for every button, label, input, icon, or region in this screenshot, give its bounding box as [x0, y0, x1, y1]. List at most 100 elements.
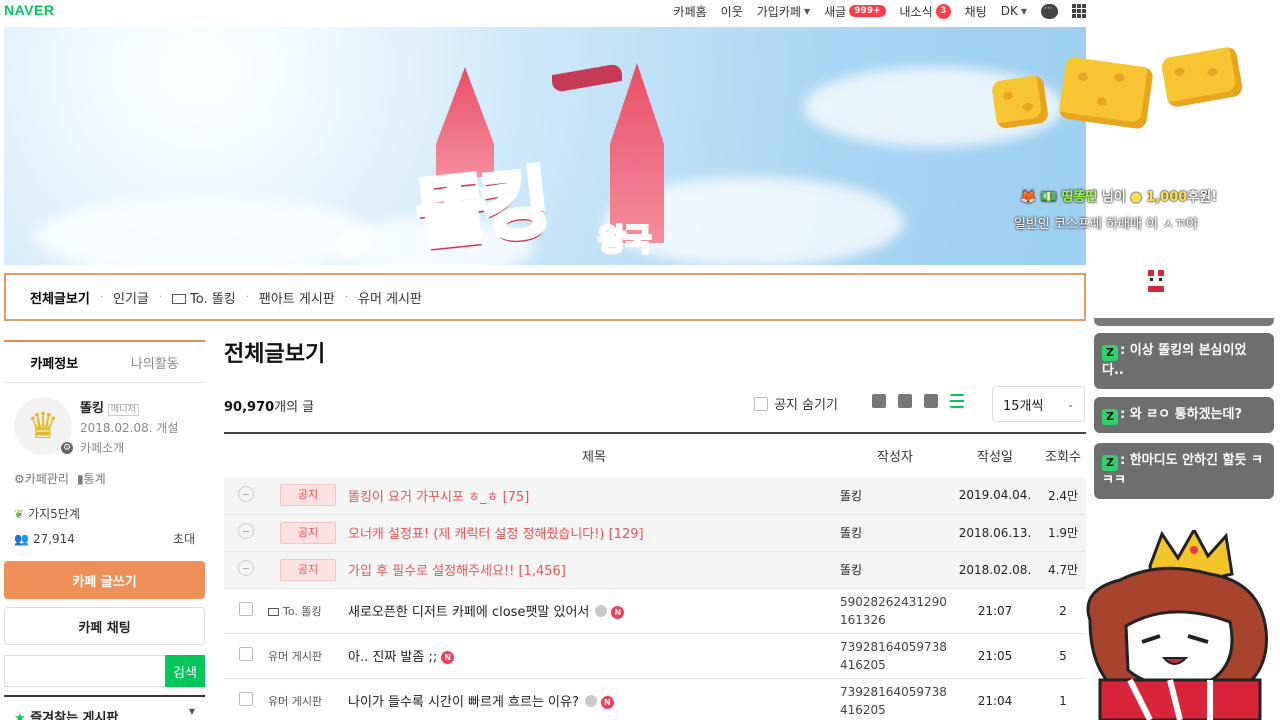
talk-button[interactable]	[1041, 3, 1058, 19]
post-table: 제목 작성자 작성일 조회수 공지 똘킹이 요거 가꾸시포 ㅎ_ㅎ [75] 똘…	[224, 432, 1086, 720]
chat-bubble-icon	[1041, 3, 1058, 19]
row-checkbox[interactable]	[239, 692, 253, 706]
banner-title: 똘킹	[410, 155, 551, 262]
smiley-icon	[584, 695, 597, 707]
list-view-icon[interactable]	[950, 394, 964, 408]
post-category-label: To. 똘킹	[283, 604, 322, 618]
category-cell: To. 똘킹	[268, 588, 348, 634]
founded-date: 2018.02.08. 개설	[80, 421, 179, 435]
stats-link[interactable]: ▮통계	[77, 470, 106, 487]
nav-user-menu[interactable]: DK ▼	[1001, 4, 1027, 18]
nav-neighbors[interactable]: 이웃	[721, 3, 743, 20]
table-row[interactable]: 유머 게시판 아.. 진짜 발좀 ;; N 73928164059738 41620…	[224, 633, 1086, 679]
row-checkbox[interactable]	[239, 602, 253, 616]
notice-author[interactable]: 똘킹	[840, 477, 950, 515]
notice-author[interactable]: 똘킹	[840, 551, 950, 589]
notice-tag: 공지	[280, 521, 336, 544]
post-category[interactable]: 유머 게시판	[268, 650, 322, 663]
nav-cafe-home[interactable]: 카페홈	[674, 3, 707, 20]
search-input[interactable]	[4, 655, 165, 687]
author-line-1: 59028262431290	[840, 594, 947, 609]
minus-circle-icon[interactable]	[238, 560, 254, 576]
page-title: 전체글보기	[224, 342, 326, 367]
table-row[interactable]: To. 똘킹 새로오픈한 디저트 카페에 close팻말 있어서 N 590282…	[224, 588, 1086, 634]
notice-date: 2019.04.04.	[950, 477, 1040, 515]
minus-circle-icon[interactable]	[238, 523, 254, 539]
post-title-link[interactable]: 아.. 진짜 발좀 ;;	[348, 650, 437, 665]
chat-message-text: : 한마디도 안하긴 할듯 ㅋㅋㅋ	[1102, 453, 1263, 488]
tab-my-activity[interactable]: 나의활동	[105, 353, 206, 372]
tab-humor[interactable]: 유머 게시판	[358, 288, 422, 307]
tab-to-ddolking[interactable]: To. 똘킹	[172, 288, 236, 307]
nav-my-news[interactable]: 내소식 3	[900, 3, 951, 20]
post-author[interactable]: 59028262431290 161326	[840, 588, 950, 634]
search-button[interactable]: 검색	[165, 655, 205, 687]
post-title-link[interactable]: 새로오픈한 디저트 카페에 close팻말 있어서	[348, 605, 589, 620]
notice-title-link[interactable]: 오너캐 설정표! (제 캐릭터 설정 정해줬습니다!) [129]	[348, 527, 644, 542]
minus-circle-icon[interactable]	[238, 485, 254, 502]
card-view-icon[interactable]	[872, 394, 886, 408]
members-icon: 👥	[14, 531, 29, 546]
post-category[interactable]: To. 똘킹	[268, 605, 322, 618]
streamer-avatar	[1086, 530, 1268, 720]
notice-row[interactable]: 공지 똘킹이 요거 가꾸시포 ㅎ_ㅎ [75] 똘킹 2019.04.04. 2…	[224, 477, 1086, 515]
naver-logo[interactable]: NAVER	[4, 2, 54, 18]
app-menu-button[interactable]	[1072, 4, 1086, 18]
video-view-icon[interactable]	[898, 394, 912, 408]
nav-chat[interactable]: 채팅	[965, 3, 987, 20]
notice-author[interactable]: 똘킹	[840, 514, 950, 552]
board-main: 전체글보기 90,970개의 글 공지 숨기기 15개씩 ⌄	[224, 336, 1086, 426]
hide-notice-checkbox[interactable]	[754, 396, 768, 411]
tab-cafe-info[interactable]: 카페정보	[4, 353, 105, 372]
post-author[interactable]: 73928164059738 416205	[840, 678, 950, 720]
per-page-select[interactable]: 15개씩 ⌄	[992, 386, 1085, 422]
chat-card-edge	[1094, 318, 1274, 326]
donation-mid: 님이	[1101, 190, 1126, 205]
screen: NAVER 카페홈 이웃 가입카페 ▼ 새글 999+ 내소식 3 채팅 DK …	[0, 0, 1280, 720]
nav-new-posts[interactable]: 새글 999+	[824, 3, 886, 20]
album-view-icon[interactable]	[924, 394, 938, 408]
title-cell: 아.. 진짜 발좀 ;; N	[348, 633, 840, 679]
tab-fanart[interactable]: 팬아트 게시판	[259, 288, 335, 307]
tv-icon	[268, 607, 279, 616]
member-count-value: 27,914	[32, 531, 75, 546]
write-post-button[interactable]: 카페 글쓰기	[4, 561, 205, 599]
cafe-chat-button[interactable]: 카페 채팅	[4, 607, 205, 645]
notice-row[interactable]: 공지 가입 후 필수로 설정해주세요!! [1,456] 똘킹 2018.02.…	[224, 551, 1086, 589]
donation-icon: 🦊	[1020, 190, 1037, 205]
table-row[interactable]: 유머 게시판 나이가 들수록 시간이 빠르게 흐르는 이유? N 73928164…	[224, 678, 1086, 720]
notice-date: 2018.06.13.	[950, 514, 1040, 552]
post-title-link[interactable]: 나이가 들수록 시간이 빠르게 흐르는 이유?	[348, 695, 579, 710]
header-author: 작성자	[840, 432, 950, 477]
avatar[interactable]: ♛ ⚙	[14, 397, 74, 455]
notice-title-cell: 오너캐 설정표! (제 캐릭터 설정 정해줬습니다!) [129]	[348, 514, 840, 552]
header-title: 제목	[348, 432, 840, 477]
row-checkbox[interactable]	[239, 647, 253, 661]
title-cell: 새로오픈한 디저트 카페에 close팻말 있어서 N	[348, 588, 840, 634]
manager-name[interactable]: 똘킹 매니저	[80, 397, 178, 416]
cloud-shape	[34, 197, 374, 265]
nav-joined-cafe-label: 가입카페	[756, 4, 801, 19]
level-info[interactable]: ❦ 가지5단계	[14, 505, 80, 522]
favorite-boards-header[interactable]: ★ 즐겨찾는 게시판 ▼	[4, 695, 205, 720]
tab-all-posts[interactable]: 전체글보기	[30, 288, 90, 307]
cafe-manage-link[interactable]: ⚙카페관리	[14, 470, 69, 487]
post-date: 21:05	[950, 633, 1040, 679]
tab-popular[interactable]: 인기글	[113, 288, 149, 307]
member-count[interactable]: 👥 27,914	[14, 532, 75, 546]
post-category[interactable]: 유머 게시판	[268, 695, 322, 708]
notice-title-link[interactable]: 똘킹이 요거 가꾸시포 ㅎ_ㅎ [75]	[348, 490, 529, 505]
nav-joined-cafe[interactable]: 가입카페 ▼	[757, 3, 810, 20]
post-author[interactable]: 73928164059738 416205	[840, 633, 950, 679]
cafe-banner[interactable]: 똘킹 왕국	[4, 27, 1086, 265]
members-row: 👥 27,914 초대	[4, 526, 205, 551]
cheese-icon	[990, 74, 1050, 130]
row-check-cell	[224, 678, 268, 720]
cafe-intro-link[interactable]: 카페소개	[80, 439, 178, 456]
notice-row[interactable]: 공지 오너캐 설정표! (제 캐릭터 설정 정해줬습니다!) [129] 똘킹 …	[224, 514, 1086, 552]
hide-notice-toggle[interactable]: 공지 숨기기	[754, 394, 838, 413]
invite-link[interactable]: 초대	[173, 530, 195, 547]
notice-tag-cell: 공지	[268, 477, 348, 515]
notice-title-link[interactable]: 가입 후 필수로 설정해주세요!! [1,456]	[348, 564, 566, 579]
tab-separator: ·	[99, 291, 103, 303]
